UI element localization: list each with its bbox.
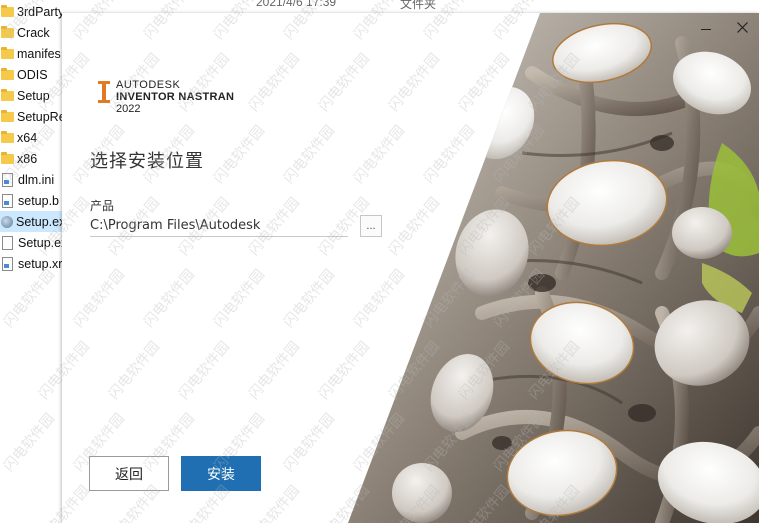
settings-file-icon bbox=[2, 256, 13, 271]
file-item-setup-exe[interactable]: Setup.ex bbox=[0, 211, 62, 232]
file-item-crack[interactable]: Crack bbox=[0, 22, 62, 43]
screen: 3rdParty Crack manifes ODIS Setup SetupR… bbox=[0, 0, 759, 523]
installer-window: AUTODESK INVENTOR NASTRAN 2022 选择安装位置 产品… bbox=[62, 13, 759, 523]
inventor-logo-icon bbox=[98, 81, 110, 103]
file-name: SetupRe bbox=[17, 109, 62, 124]
file-item-x64[interactable]: x64 bbox=[0, 127, 62, 148]
close-button[interactable] bbox=[729, 15, 757, 41]
product-field-label: 产品 bbox=[90, 199, 115, 213]
file-item-setupres[interactable]: SetupRe bbox=[0, 106, 62, 127]
file-name: setup.xr bbox=[18, 256, 62, 271]
folder-icon bbox=[1, 67, 14, 80]
exe-icon bbox=[1, 215, 13, 228]
file-name: x64 bbox=[17, 130, 38, 145]
file-name: 3rdParty bbox=[17, 4, 62, 19]
company-name: AUTODESK bbox=[116, 79, 181, 91]
minimize-button[interactable] bbox=[692, 15, 720, 41]
file-item-manifest[interactable]: manifes bbox=[0, 43, 62, 64]
settings-file-icon bbox=[2, 193, 13, 208]
page-title: 选择安装位置 bbox=[90, 151, 204, 172]
install-path-input[interactable] bbox=[90, 214, 348, 237]
file-item-x86[interactable]: x86 bbox=[0, 148, 62, 169]
folder-icon bbox=[1, 25, 14, 38]
file-name: Setup.ex bbox=[16, 214, 62, 229]
folder-icon bbox=[1, 109, 14, 122]
file-item-dlm-ini[interactable]: dlm.ini bbox=[0, 169, 62, 190]
file-name: Crack bbox=[17, 25, 50, 40]
file-item-odis[interactable]: ODIS bbox=[0, 64, 62, 85]
file-name: manifes bbox=[17, 46, 61, 61]
file-icon bbox=[2, 235, 13, 250]
folder-icon bbox=[1, 130, 14, 143]
file-item-setup-xml[interactable]: setup.xr bbox=[0, 253, 62, 274]
file-item-setup-folder[interactable]: Setup bbox=[0, 85, 62, 106]
file-explorer-list: 3rdParty Crack manifes ODIS Setup SetupR… bbox=[0, 0, 62, 523]
file-item-setup-bat[interactable]: setup.b bbox=[0, 190, 62, 211]
file-name: setup.b bbox=[18, 193, 60, 208]
folder-icon bbox=[1, 4, 14, 17]
folder-icon bbox=[1, 88, 14, 101]
file-item-3rdparty[interactable]: 3rdParty bbox=[0, 1, 62, 22]
product-name: INVENTOR NASTRAN bbox=[116, 91, 235, 103]
file-name: Setup bbox=[17, 88, 50, 103]
product-year: 2022 bbox=[116, 103, 141, 115]
back-button[interactable]: 返回 bbox=[89, 456, 169, 491]
close-icon bbox=[737, 22, 748, 33]
settings-file-icon bbox=[2, 172, 13, 187]
browse-button[interactable]: ... bbox=[360, 215, 382, 237]
file-type: 文件夹 bbox=[400, 0, 437, 11]
file-name: ODIS bbox=[17, 67, 48, 82]
file-name: dlm.ini bbox=[18, 172, 55, 187]
product-logo: AUTODESK INVENTOR NASTRAN 2022 bbox=[98, 79, 234, 116]
folder-icon bbox=[1, 151, 14, 164]
folder-icon bbox=[1, 46, 14, 59]
file-name: x86 bbox=[17, 151, 38, 166]
minimize-icon bbox=[701, 29, 711, 30]
file-name: Setup.ex bbox=[18, 235, 62, 250]
install-button[interactable]: 安装 bbox=[181, 456, 261, 491]
explorer-column-values: 2021/4/6 17:39 文件夹 bbox=[62, 0, 522, 14]
modified-date: 2021/4/6 17:39 bbox=[256, 0, 337, 9]
file-item-setup-exe-config[interactable]: Setup.ex bbox=[0, 232, 62, 253]
